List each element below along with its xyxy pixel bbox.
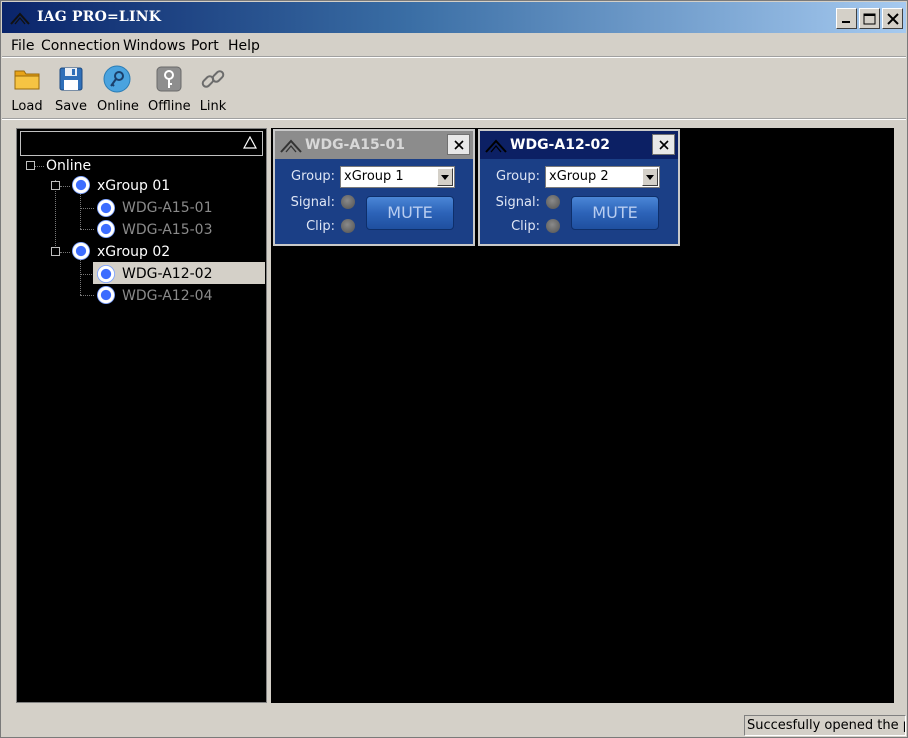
signal-label: Signal: [290,195,335,210]
panel-device-name: WDG-A12-02 [510,137,610,153]
floppy-disk-icon [59,67,83,91]
device-logo-icon [485,139,507,153]
device-logo-icon [280,139,302,153]
panel-close-button[interactable] [447,134,470,155]
save-button[interactable]: Save [54,61,88,115]
group-select[interactable]: xGroup 1 [340,166,455,188]
device-tree-panel[interactable]: Online xGroup 01 WDG-A15-01 WDG-A15-03 x… [16,128,267,703]
sort-triangle-icon[interactable] [243,136,257,150]
title-bar[interactable]: IAG PRO=LINK [2,2,906,33]
mute-button[interactable]: MUTE [366,196,454,230]
tree-device-wdg-a12-02[interactable]: WDG-A12-02 [122,266,212,282]
offline-icon [156,66,182,92]
clip-led [546,219,560,233]
group-label: Group: [291,169,335,184]
tree-line [55,180,56,252]
menu-bar: File Connection Windows Port Help [2,34,906,56]
online-icon [103,65,131,93]
root-expander[interactable] [26,161,35,170]
dropdown-arrow-icon[interactable] [437,168,453,186]
offline-button[interactable]: Offline [148,61,191,115]
tree-line [80,295,94,296]
minimize-button[interactable] [836,8,857,29]
maximize-button[interactable] [859,8,880,29]
group-expander[interactable] [51,247,60,256]
device-status-led [97,199,115,217]
group-status-led [72,242,90,260]
close-window-button[interactable] [882,8,903,29]
load-button[interactable]: Load [10,61,44,115]
maximize-icon [863,13,876,24]
tree-line [60,186,70,187]
link-button[interactable]: Link [197,61,229,115]
device-status-led [97,220,115,238]
tree-filter-box[interactable] [20,131,263,156]
toolbar-separator [2,118,906,120]
menu-port[interactable]: Port [191,38,219,54]
clip-label: Clip: [511,219,540,234]
tree-line [80,194,81,229]
tree-line [34,166,44,167]
group-select[interactable]: xGroup 2 [545,166,660,188]
close-icon [886,12,899,25]
panel-header[interactable]: WDG-A15-01 [275,131,473,159]
menu-file[interactable]: File [11,38,34,54]
online-label: Online [97,99,139,114]
load-label: Load [11,99,43,114]
signal-led [546,195,560,209]
app-logo-icon [10,12,30,25]
tree-line [60,252,70,253]
window-title: IAG PRO=LINK [37,9,162,25]
tree-device-wdg-a15-03[interactable]: WDG-A15-03 [122,222,212,238]
menu-connection[interactable]: Connection [41,38,120,54]
tree-device-wdg-a15-01[interactable]: WDG-A15-01 [122,200,212,216]
device-panel-wdg-a12-02[interactable]: WDG-A12-02 Group: xGroup 2 Signal: Clip:… [478,129,680,246]
panel-device-name: WDG-A15-01 [305,137,405,153]
mute-button[interactable]: MUTE [571,196,659,230]
group-select-value: xGroup 1 [344,169,404,184]
tree-line [80,274,94,275]
tree-device-wdg-a12-04[interactable]: WDG-A12-04 [122,288,212,304]
group-expander[interactable] [51,181,60,190]
tree-group-xgroup-02[interactable]: xGroup 02 [97,244,170,260]
menu-windows[interactable]: Windows [123,38,186,54]
close-icon [658,139,669,150]
save-label: Save [55,99,87,114]
tree-root-online[interactable]: Online [46,158,91,174]
menu-separator [2,56,906,58]
tree-group-xgroup-01[interactable]: xGroup 01 [97,178,170,194]
signal-led [341,195,355,209]
link-label: Link [199,99,227,114]
app-window: IAG PRO=LINK File Connection Windows Por… [0,0,908,738]
device-status-led [97,265,115,283]
status-bar-text: Succesfully opened the port [744,715,906,736]
device-panel-wdg-a15-01[interactable]: WDG-A15-01 Group: xGroup 1 Signal: Clip:… [273,129,475,246]
offline-label: Offline [148,99,191,114]
close-icon [453,139,464,150]
clip-led [341,219,355,233]
online-button[interactable]: Online [97,61,139,115]
group-label: Group: [496,169,540,184]
tree-line [80,208,94,209]
group-select-value: xGroup 2 [549,169,609,184]
folder-icon [14,70,40,90]
tree-line [80,229,94,230]
tree-line [80,260,81,295]
clip-label: Clip: [306,219,335,234]
dropdown-arrow-icon[interactable] [642,168,658,186]
panel-header[interactable]: WDG-A12-02 [480,131,678,159]
minimize-icon [842,21,850,23]
device-status-led [97,286,115,304]
panel-close-button[interactable] [652,134,675,155]
menu-help[interactable]: Help [228,38,260,54]
signal-label: Signal: [495,195,540,210]
group-status-led [72,176,90,194]
chain-link-icon [201,70,225,88]
